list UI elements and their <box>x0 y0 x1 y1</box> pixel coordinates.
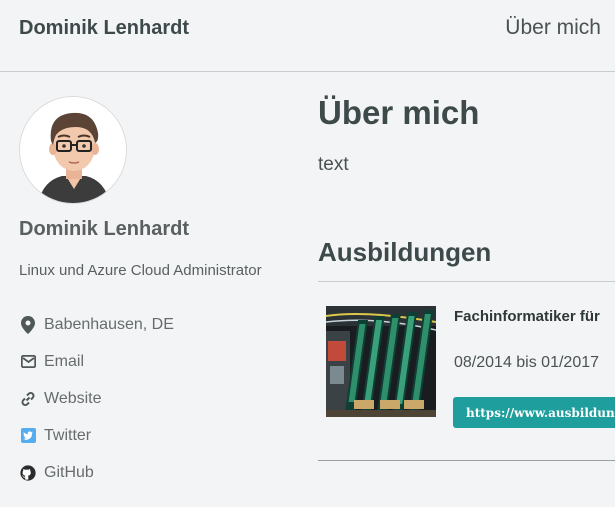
twitter-label: Twitter <box>44 426 92 444</box>
masthead: Dominik Lenhardt Über mich <box>0 0 615 72</box>
education-image <box>326 306 436 417</box>
nav-link-ueber-mich[interactable]: Über mich <box>505 16 601 40</box>
email-label: Email <box>44 352 85 370</box>
education-date: 08/2014 bis 01/2017 <box>454 354 600 371</box>
avatar <box>19 96 127 204</box>
website-label: Website <box>44 389 102 407</box>
section-title-education: Ausbildungen <box>318 237 492 267</box>
education-title: Fachinformatiker für <box>454 308 600 325</box>
location-item: Babenhausen, DE <box>19 306 174 343</box>
avatar-illustration <box>20 97 126 203</box>
github-icon <box>19 464 37 482</box>
author-bio: Linux und Azure Cloud Administrator <box>19 262 262 279</box>
location-pin-icon <box>19 315 37 334</box>
location-label: Babenhausen, DE <box>44 315 174 333</box>
twitter-icon <box>19 427 37 445</box>
github-link[interactable]: GitHub <box>19 454 174 491</box>
link-icon <box>19 390 37 408</box>
author-links: Babenhausen, DE Email Website Twitter Gi… <box>19 306 174 491</box>
site-title[interactable]: Dominik Lenhardt <box>19 17 189 40</box>
bottom-divider <box>318 460 615 461</box>
email-link[interactable]: Email <box>19 343 174 380</box>
author-name: Dominik Lenhardt <box>19 218 190 240</box>
section-divider <box>318 281 615 282</box>
website-link[interactable]: Website <box>19 380 174 417</box>
page-title: Über mich <box>318 94 480 131</box>
github-label: GitHub <box>44 463 94 481</box>
twitter-link[interactable]: Twitter <box>19 417 174 454</box>
page-text: text <box>318 154 349 175</box>
education-link-button[interactable]: https://www.ausbildung.d <box>453 397 615 428</box>
envelope-icon <box>19 353 37 371</box>
